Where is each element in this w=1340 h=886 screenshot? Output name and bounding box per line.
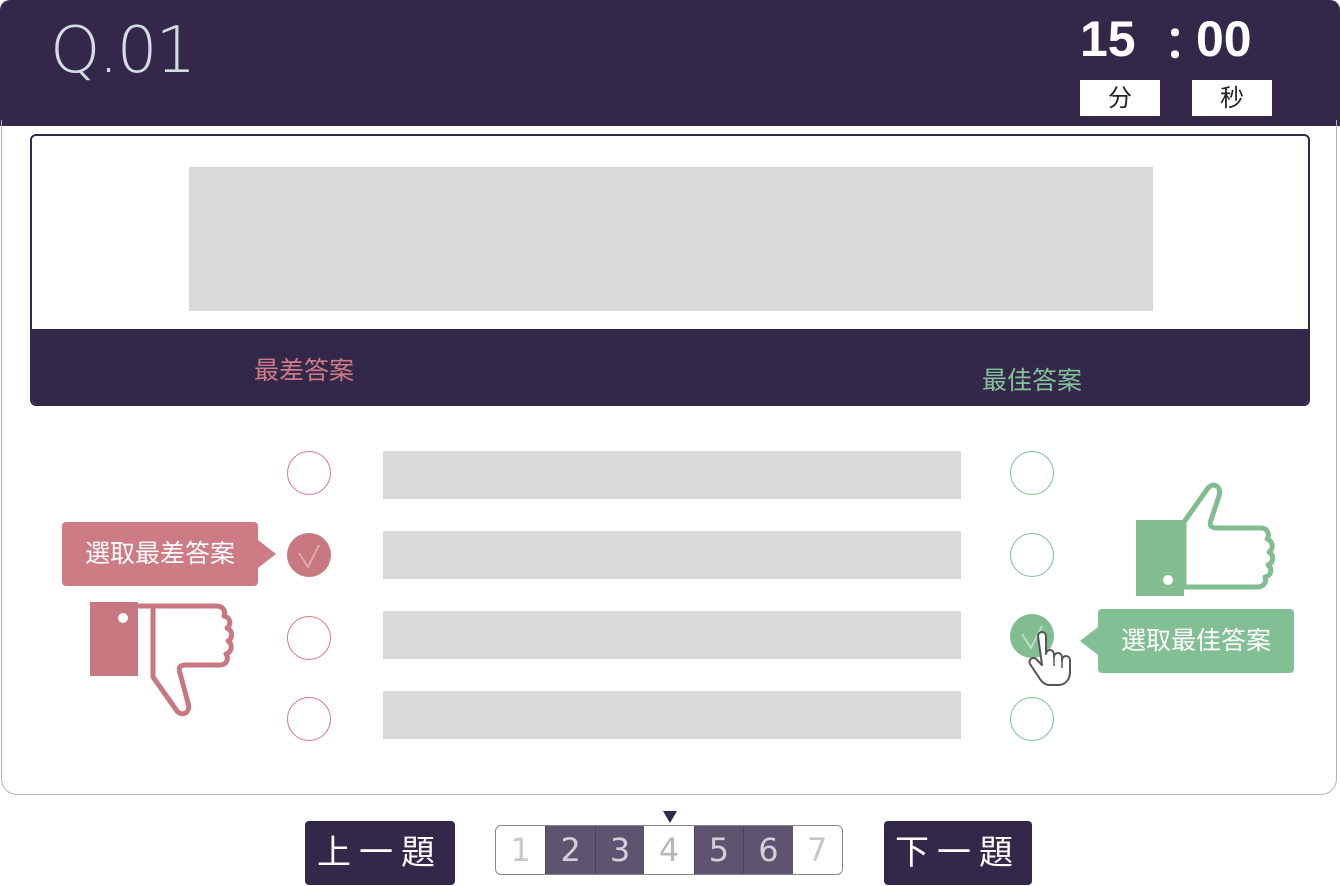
page-button-5[interactable]: 5 [693, 826, 744, 874]
page-selector: 1 2 3 4 5 6 7 [495, 825, 843, 875]
next-question-button[interactable]: 下一題 [884, 821, 1032, 885]
previous-question-button[interactable]: 上一題 [305, 821, 455, 885]
page-button-6[interactable]: 6 [743, 826, 793, 874]
best-radio-4[interactable] [1010, 697, 1054, 741]
minutes-unit-label: 分 [1080, 80, 1160, 116]
quiz-header: Q.01 15 ： 00 分 秒 [0, 0, 1340, 126]
timer-minutes: 15 [1080, 11, 1136, 67]
current-page-marker-icon [663, 811, 677, 823]
worst-radio-3[interactable] [287, 616, 331, 660]
select-best-hint: 選取最佳答案 [1080, 609, 1294, 673]
page-button-2[interactable]: 2 [545, 826, 595, 874]
thumbs-down-icon [90, 602, 234, 717]
best-radio-2[interactable] [1010, 533, 1054, 577]
option-2-placeholder[interactable] [383, 531, 961, 579]
worst-radio-4[interactable] [287, 697, 331, 741]
best-answer-column-label: 最佳答案 [982, 366, 1083, 395]
option-4-placeholder[interactable] [383, 691, 961, 739]
question-text-placeholder [189, 167, 1153, 311]
best-radio-1[interactable] [1010, 451, 1054, 495]
question-panel: 最差答案 最佳答案 [30, 134, 1310, 406]
seconds-unit-label: 秒 [1192, 80, 1272, 116]
check-icon [298, 544, 320, 570]
worst-radio-1[interactable] [287, 451, 331, 495]
worst-answer-column-label: 最差答案 [254, 356, 355, 385]
option-3-placeholder[interactable] [383, 611, 961, 659]
worst-radio-2[interactable] [287, 533, 331, 577]
page-button-4[interactable]: 4 [644, 826, 694, 874]
page-button-3[interactable]: 3 [594, 826, 645, 874]
answer-column-header: 最差答案 最佳答案 [32, 329, 1308, 404]
page-button-1[interactable]: 1 [496, 826, 545, 874]
countdown-timer: 15 ： 00 [1080, 6, 1270, 67]
timer-seconds: 00 [1196, 11, 1252, 67]
select-worst-hint: 選取最差答案 [62, 522, 276, 586]
question-number: Q.01 [50, 14, 196, 88]
hand-pointer-icon [1028, 631, 1071, 686]
option-1-placeholder[interactable] [383, 451, 961, 499]
page-button-7[interactable]: 7 [793, 826, 842, 874]
thumbs-up-icon [1136, 482, 1276, 596]
